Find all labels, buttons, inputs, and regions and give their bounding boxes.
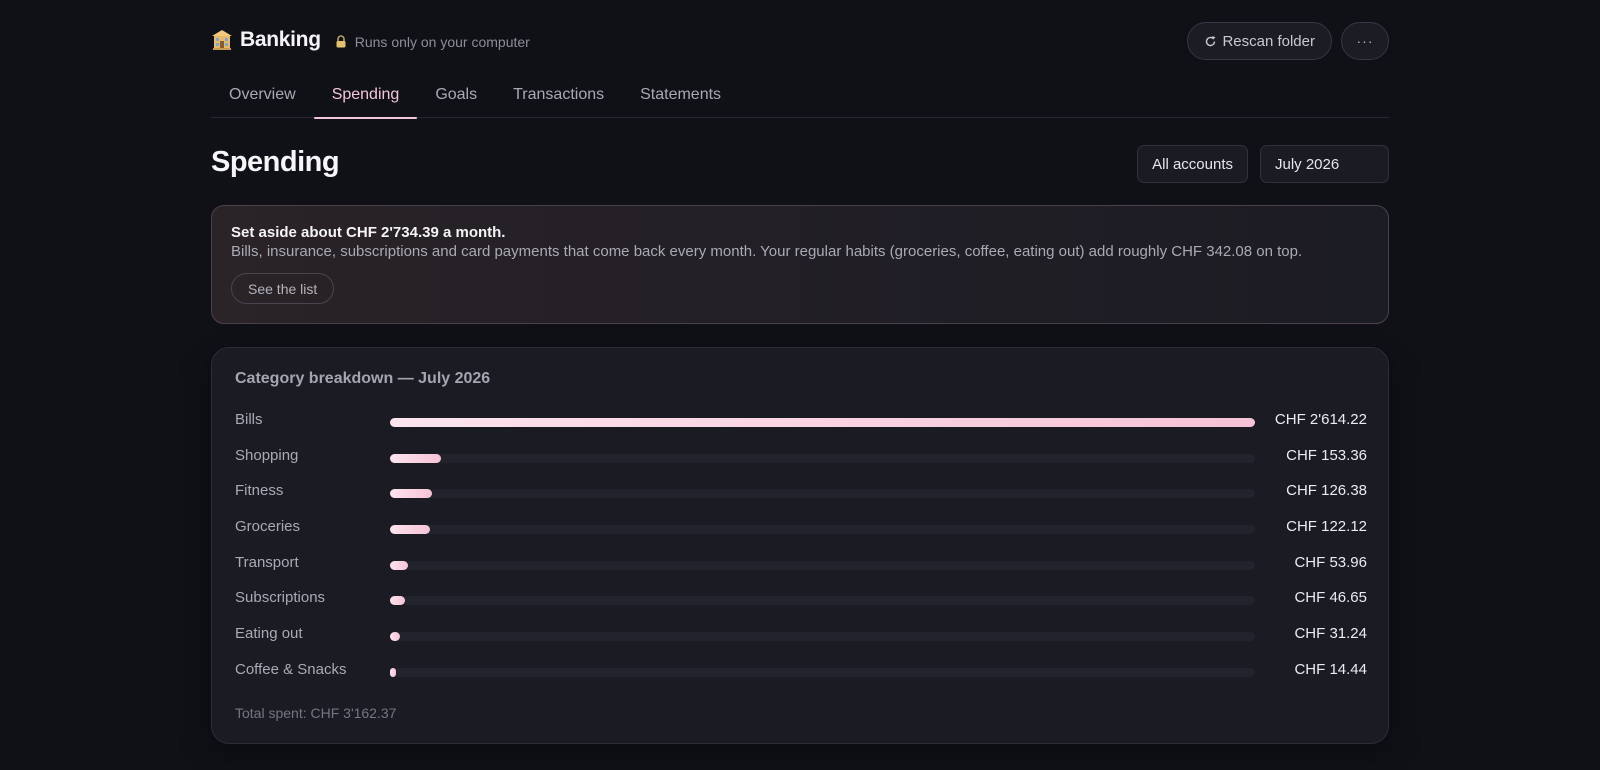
category-amount: CHF 122.12 xyxy=(1286,518,1367,536)
refresh-icon xyxy=(1204,35,1217,48)
callout-title: Set aside about CHF 2'734.39 a month. xyxy=(231,224,506,241)
lock-icon xyxy=(335,35,347,48)
brand: Banking Runs only on your computer xyxy=(211,28,530,52)
category-bar xyxy=(390,560,408,570)
category-row: Subscriptions CHF 46.65 xyxy=(235,584,1367,620)
category-bar xyxy=(390,489,432,499)
category-amount: CHF 46.65 xyxy=(1294,589,1367,607)
category-label: Eating out xyxy=(235,625,303,643)
local-only-text: Runs only on your computer xyxy=(354,33,530,50)
savings-callout: Set aside about CHF 2'734.39 a month. Bi… xyxy=(211,205,1389,324)
category-row: Bills CHF 2'614.22 xyxy=(235,406,1367,442)
bank-building-icon xyxy=(211,29,233,51)
top-actions: Rescan folder ··· xyxy=(1187,22,1389,60)
category-bar-track xyxy=(390,632,1255,642)
category-amount: CHF 2'614.22 xyxy=(1274,411,1367,428)
category-row: Eating out CHF 31.24 xyxy=(235,620,1367,656)
more-options-button[interactable]: ··· xyxy=(1341,22,1389,60)
category-label: Groceries xyxy=(235,518,301,536)
month-filter-select[interactable]: July 2026 xyxy=(1260,145,1389,183)
top-bar: Banking Runs only on your computer Resca… xyxy=(211,22,1389,60)
category-bar xyxy=(390,632,401,642)
category-label: Bills xyxy=(235,411,263,428)
category-list: Bills CHF 2'614.22 Shopping CHF 153.36 Fitne… xyxy=(235,406,1367,692)
category-bar-track xyxy=(390,453,1255,463)
category-label: Coffee & Snacks xyxy=(235,660,347,678)
category-bar-track xyxy=(390,489,1255,499)
total-spent: Total spent: CHF 3'162.37 xyxy=(235,705,397,721)
tab-transactions[interactable]: Transactions xyxy=(495,76,622,118)
category-bar-track xyxy=(390,596,1255,606)
account-filter-select[interactable]: All accounts xyxy=(1137,145,1248,183)
category-amount: CHF 31.24 xyxy=(1294,625,1367,643)
category-bar-track xyxy=(390,667,1255,677)
page-title: Spending xyxy=(211,146,340,178)
breakdown-title: Category breakdown — July 2026 xyxy=(235,370,491,387)
tab-spending[interactable]: Spending xyxy=(313,76,418,119)
category-row: Groceries CHF 122.12 xyxy=(235,513,1367,549)
tab-statements[interactable]: Statements xyxy=(622,76,739,118)
category-row: Fitness CHF 126.38 xyxy=(235,477,1367,513)
tab-goals[interactable]: Goals xyxy=(417,76,495,118)
category-row: Shopping CHF 153.36 xyxy=(235,442,1367,478)
category-label: Shopping xyxy=(235,446,299,464)
category-amount: CHF 126.38 xyxy=(1286,482,1367,500)
category-bar xyxy=(390,453,441,463)
callout-text: Bills, insurance, subscriptions and card… xyxy=(231,243,1303,260)
category-row: Transport CHF 53.96 xyxy=(235,549,1367,585)
category-label: Transport xyxy=(235,553,299,571)
category-bar-track xyxy=(390,525,1255,535)
filters: All accounts July 2026 xyxy=(1137,145,1389,183)
app-title: Banking xyxy=(240,28,321,51)
category-row: Coffee & Snacks CHF 14.44 xyxy=(235,656,1367,692)
local-only-badge: Runs only on your computer xyxy=(335,34,530,50)
category-label: Fitness xyxy=(235,482,284,500)
category-amount: CHF 153.36 xyxy=(1286,446,1367,464)
banking-app: Banking Runs only on your computer Resca… xyxy=(0,0,1600,770)
category-label: Subscriptions xyxy=(235,589,326,607)
category-bar xyxy=(390,525,431,535)
category-bar xyxy=(390,596,406,606)
rescan-folder-button[interactable]: Rescan folder xyxy=(1187,22,1332,60)
category-bar-track xyxy=(390,418,1255,427)
category-bar xyxy=(390,418,1255,427)
main-tabs: Overview Spending Goals Transactions Sta… xyxy=(211,76,1389,119)
category-breakdown-card: Category breakdown — July 2026 Bills CHF … xyxy=(211,347,1389,744)
rescan-folder-label: Rescan folder xyxy=(1222,32,1315,50)
category-amount: CHF 14.44 xyxy=(1294,660,1367,678)
category-bar xyxy=(390,667,396,677)
category-amount: CHF 53.96 xyxy=(1294,553,1367,571)
see-list-button[interactable]: See the list xyxy=(231,273,335,304)
tab-overview[interactable]: Overview xyxy=(211,76,314,118)
category-bar-track xyxy=(390,560,1255,570)
